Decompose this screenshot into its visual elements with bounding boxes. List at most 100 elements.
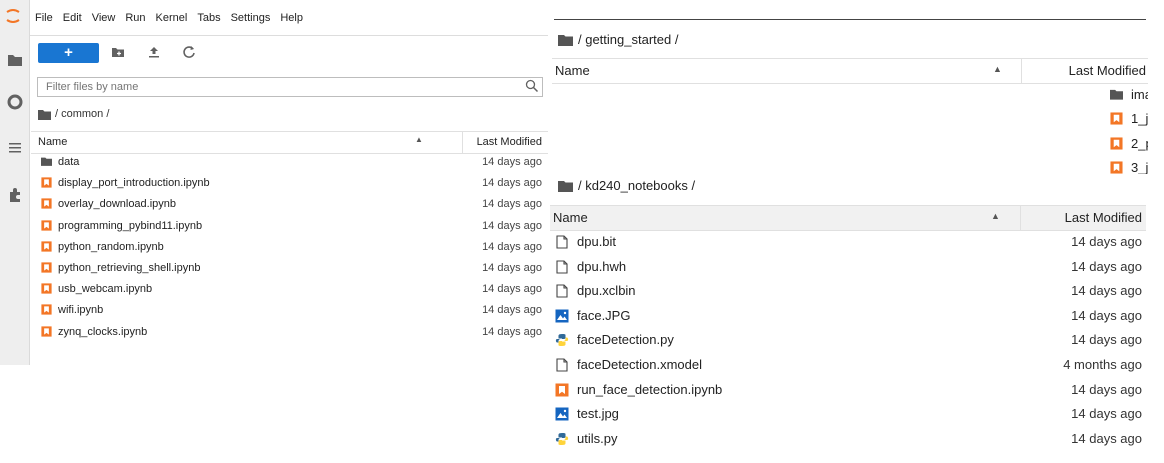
breadcrumb-path[interactable]: / kd240_notebooks / <box>578 178 695 193</box>
file-row[interactable]: faceDetection.xmodel 4 months ago <box>550 353 1146 377</box>
image-file-icon <box>555 407 569 421</box>
file-name: display_port_introduction.ipynb <box>58 177 210 190</box>
breadcrumb-common: / common / <box>38 108 109 120</box>
folder-icon <box>41 156 52 167</box>
last-modified-column-header[interactable]: Last Modified <box>1065 210 1142 225</box>
last-modified-column-header[interactable]: Last Modified <box>477 136 542 148</box>
file-last-modified: 4 months ago <box>1063 357 1142 372</box>
file-list-header: Name ▲ Last Modified <box>31 131 548 154</box>
file-row[interactable]: usb_webcam.ipynb 14 days ago <box>31 279 548 300</box>
name-column-header[interactable]: Name <box>38 136 67 148</box>
file-name: overlay_download.ipynb <box>58 198 177 211</box>
file-row[interactable]: images14 days ago <box>1104 83 1148 107</box>
home-folder-icon[interactable] <box>558 180 573 192</box>
file-name: dpu.hwh <box>577 258 627 274</box>
file-last-modified: 14 days ago <box>1071 234 1142 249</box>
file-list-viewport: images14 days ago1_jupyter_notebooks.ipy… <box>552 83 1148 174</box>
name-column-header[interactable]: Name <box>555 63 590 78</box>
file-last-modified: 14 days ago <box>482 304 542 317</box>
file-row[interactable]: faceDetection.py 14 days ago <box>550 328 1146 352</box>
refresh-icon[interactable] <box>181 44 197 60</box>
file-row[interactable]: overlay_download.ipynb 14 days ago <box>31 194 548 215</box>
notebook-icon <box>555 383 569 397</box>
file-name: dpu.xclbin <box>577 283 636 299</box>
breadcrumb-path[interactable]: / getting_started / <box>578 32 678 47</box>
menu-edit[interactable]: Edit <box>58 12 87 24</box>
file-row[interactable]: 2_python_environment.ipynb2 days ago <box>1104 132 1148 156</box>
table-of-contents-icon[interactable] <box>7 140 23 156</box>
file-list-header: Name ▲ Last Modified <box>552 58 1148 84</box>
file-row[interactable]: dpu.hwh 14 days ago <box>550 255 1146 279</box>
file-last-modified: 14 days ago <box>482 219 542 232</box>
file-row[interactable]: 3_jupyter_notebooks_advanced_features.ip… <box>1104 156 1148 174</box>
menu-settings[interactable]: Settings <box>226 12 276 24</box>
file-name: python_retrieving_shell.ipynb <box>58 262 201 274</box>
file-last-modified: 14 days ago <box>1071 406 1142 422</box>
file-row[interactable]: wifi.ipynb 14 days ago <box>31 300 548 321</box>
file-icon <box>555 284 569 298</box>
home-folder-icon[interactable] <box>38 109 51 120</box>
file-icon <box>555 260 569 274</box>
home-folder-icon[interactable] <box>558 34 573 46</box>
file-row[interactable]: run_face_detection.ipynb 14 days ago <box>550 378 1146 402</box>
new-launcher-button[interactable]: + <box>38 43 99 63</box>
file-row[interactable]: python_retrieving_shell.ipynb 14 days ago <box>31 258 548 279</box>
sort-ascending-icon[interactable]: ▲ <box>993 64 1002 74</box>
menu-kernel[interactable]: Kernel <box>151 12 193 24</box>
notebook-icon <box>1110 112 1123 125</box>
filter-files-input[interactable] <box>37 77 543 97</box>
folder-icon <box>1110 88 1123 101</box>
notebook-icon <box>1110 137 1123 150</box>
search-icon <box>525 79 539 93</box>
file-last-modified: 14 days ago <box>482 198 542 211</box>
file-row[interactable]: zynq_clocks.ipynb 14 days ago <box>31 322 548 343</box>
file-row[interactable]: 1_jupyter_notebooks.ipynb2 days ago <box>1104 107 1148 131</box>
extension-icon[interactable] <box>7 187 23 203</box>
file-name: run_face_detection.ipynb <box>577 381 723 397</box>
new-folder-icon[interactable] <box>110 44 126 60</box>
python-file-icon <box>555 333 569 347</box>
file-icon <box>555 358 569 372</box>
menu-view[interactable]: View <box>87 12 121 24</box>
file-last-modified: 14 days ago <box>1071 283 1142 299</box>
file-last-modified: 14 days ago <box>1071 307 1142 323</box>
file-last-modified: 14 days ago <box>1071 381 1142 397</box>
file-row[interactable]: test.jpg 14 days ago <box>550 402 1146 426</box>
file-row[interactable]: data 14 days ago <box>31 152 548 173</box>
menu-divider <box>30 35 548 36</box>
file-row[interactable]: dpu.xclbin 14 days ago <box>550 279 1146 303</box>
menu-file[interactable]: File <box>30 12 58 24</box>
menu-tabs[interactable]: Tabs <box>192 12 225 24</box>
notebook-icon <box>41 325 52 337</box>
folder-icon[interactable] <box>7 52 23 68</box>
file-name: utils.py <box>577 430 618 446</box>
file-name: images <box>1131 87 1148 102</box>
last-modified-column-header[interactable]: Last Modified <box>1069 63 1146 78</box>
file-name: 1_jupyter_notebooks.ipynb <box>1131 111 1148 127</box>
sort-ascending-icon[interactable]: ▲ <box>991 211 1000 221</box>
file-row[interactable]: dpu.bit 14 days ago <box>550 230 1146 254</box>
file-row[interactable]: face.JPG 14 days ago <box>550 304 1146 328</box>
sort-ascending-icon[interactable]: ▲ <box>415 135 423 144</box>
menu-run[interactable]: Run <box>120 12 150 24</box>
breadcrumb-path[interactable]: / common / <box>55 108 109 120</box>
file-list-header: Name ▲ Last Modified <box>550 205 1146 231</box>
file-name: face.JPG <box>577 307 631 323</box>
file-name: faceDetection.py <box>577 332 674 348</box>
menu-help[interactable]: Help <box>275 12 308 24</box>
name-column-header[interactable]: Name <box>553 210 588 225</box>
running-icon[interactable] <box>7 94 23 110</box>
notebook-icon <box>1110 161 1123 174</box>
file-name: programming_pybind11.ipynb <box>58 219 203 232</box>
upload-icon[interactable] <box>146 44 162 60</box>
column-divider[interactable] <box>1020 206 1021 230</box>
column-divider[interactable] <box>1021 59 1022 83</box>
file-row[interactable]: display_port_introduction.ipynb 14 days a… <box>31 173 548 194</box>
file-row[interactable]: utils.py 14 days ago <box>550 427 1146 451</box>
filter-underline <box>554 19 1146 20</box>
file-name: python_random.ipynb <box>58 240 164 253</box>
jupyter-logo-icon <box>6 9 20 23</box>
column-divider[interactable] <box>462 132 463 153</box>
file-row[interactable]: programming_pybind11.ipynb 14 days ago <box>31 216 548 237</box>
file-row[interactable]: python_random.ipynb 14 days ago <box>31 237 548 258</box>
